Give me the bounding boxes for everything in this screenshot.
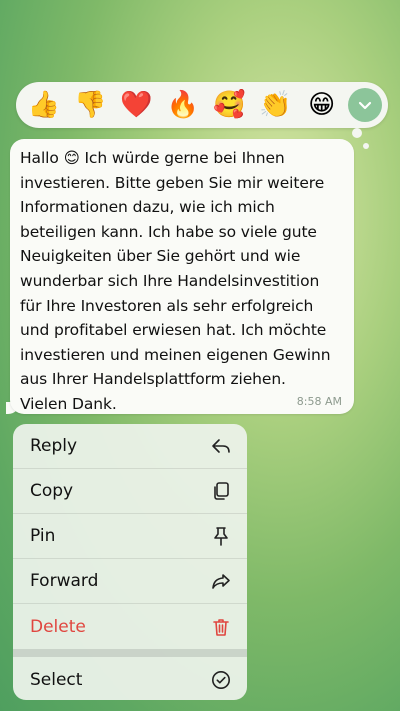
reaction-bar-tail-dot-small (363, 143, 369, 149)
context-menu: Reply Copy Pin Forward Delete Select (13, 424, 247, 700)
reaction-heart[interactable]: ❤️ (117, 92, 157, 118)
delete-label: Delete (30, 616, 86, 637)
reply-menu-item[interactable]: Reply (13, 424, 247, 469)
pin-icon (211, 526, 231, 546)
copy-label: Copy (30, 481, 74, 501)
select-label: Select (30, 669, 83, 690)
expand-reactions-button[interactable] (347, 88, 382, 122)
forward-icon (211, 571, 231, 591)
copy-menu-item[interactable]: Copy (13, 469, 247, 514)
reaction-bar: 👍 👎 ❤️ 🔥 🥰 👏 😁 (16, 82, 388, 128)
reaction-beaming-face[interactable]: 😁 (302, 92, 342, 118)
forward-label: Forward (30, 571, 99, 591)
pin-label: Pin (30, 526, 56, 546)
select-menu-item[interactable]: Select (13, 657, 247, 700)
reaction-thumbs-up[interactable]: 👍 (24, 92, 64, 118)
pin-menu-item[interactable]: Pin (13, 514, 247, 559)
reaction-thumbs-down[interactable]: 👎 (70, 92, 110, 118)
message-text: Hallo 😊 Ich würde gerne bei Ihnen invest… (20, 149, 331, 413)
check-circle-icon (211, 670, 231, 690)
message-bubble[interactable]: Hallo 😊 Ich würde gerne bei Ihnen invest… (10, 139, 354, 414)
message-timestamp: 8:58 AM (296, 395, 342, 408)
reaction-fire[interactable]: 🔥 (163, 92, 203, 118)
delete-menu-item[interactable]: Delete (13, 604, 247, 649)
forward-menu-item[interactable]: Forward (13, 559, 247, 604)
chevron-down-icon (358, 101, 372, 110)
reaction-smiling-hearts[interactable]: 🥰 (209, 92, 249, 118)
trash-icon (211, 617, 231, 637)
reply-label: Reply (30, 436, 78, 456)
reaction-clapping[interactable]: 👏 (255, 92, 295, 118)
reaction-bar-tail-dot (352, 128, 362, 138)
copy-icon (211, 481, 231, 501)
menu-separator (13, 649, 247, 657)
reply-icon (211, 436, 231, 456)
